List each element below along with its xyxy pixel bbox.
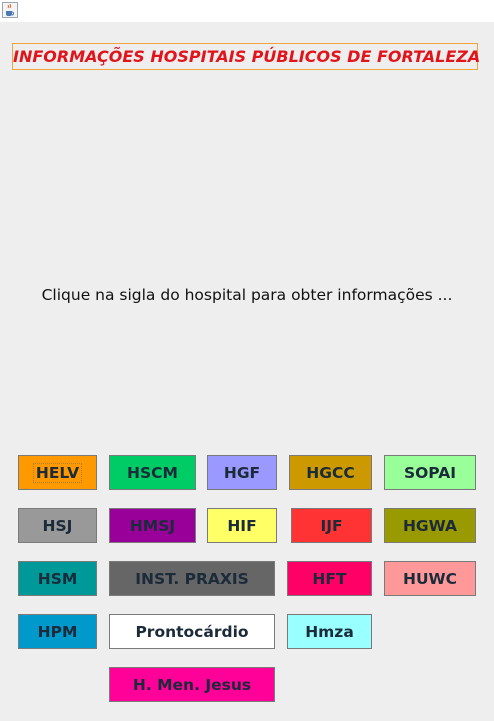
hospital-button-label: HPM xyxy=(37,622,78,641)
hospital-button-h-men-jesus[interactable]: H. Men. Jesus xyxy=(109,667,275,702)
hospital-button-label: SOPAI xyxy=(403,463,457,482)
hospital-button-hmza[interactable]: Hmza xyxy=(287,614,372,649)
hospital-button-label: INST. PRAXIS xyxy=(135,569,249,588)
hospital-button-label: HGCC xyxy=(306,463,355,482)
hospital-button-hft[interactable]: HFT xyxy=(287,561,372,596)
java-cup-icon xyxy=(2,2,18,18)
hospital-button-hmsj[interactable]: HMSJ xyxy=(109,508,196,543)
hospital-button-label: HMSJ xyxy=(129,516,176,535)
hospital-button-ijf[interactable]: IJF xyxy=(291,508,372,543)
hospital-button-huwc[interactable]: HUWC xyxy=(384,561,476,596)
hospital-button-inst-praxis[interactable]: INST. PRAXIS xyxy=(109,561,275,596)
hospital-button-hsj[interactable]: HSJ xyxy=(18,508,97,543)
hospital-button-label: HSCM xyxy=(127,463,178,482)
hospital-button-hif[interactable]: HIF xyxy=(207,508,277,543)
hospital-button-helv[interactable]: HELV xyxy=(18,455,97,490)
hospital-button-hscm[interactable]: HSCM xyxy=(109,455,196,490)
hospital-button-label: HIF xyxy=(227,516,257,535)
hospital-button-hgcc[interactable]: HGCC xyxy=(289,455,372,490)
hospital-button-label: Hmza xyxy=(305,622,354,641)
hospital-button-label: HUWC xyxy=(402,569,458,588)
hospital-button-label: HELV xyxy=(32,462,83,483)
hospital-button-prontocardio[interactable]: Prontocárdio xyxy=(109,614,275,649)
hospital-button-label: Prontocárdio xyxy=(135,622,249,641)
hospital-button-hpm[interactable]: HPM xyxy=(18,614,97,649)
hospital-button-label: H. Men. Jesus xyxy=(132,675,252,694)
hospital-button-label: HSJ xyxy=(42,516,73,535)
hospital-button-hgf[interactable]: HGF xyxy=(207,455,277,490)
hospital-button-label: HFT xyxy=(312,569,347,588)
page-title: INFORMAÇÕES HOSPITAIS PÚBLICOS DE FORTAL… xyxy=(12,43,480,70)
hospital-button-sopai[interactable]: SOPAI xyxy=(384,455,476,490)
hospital-button-hsm[interactable]: HSM xyxy=(18,561,97,596)
hospital-button-label: HGWA xyxy=(402,516,458,535)
hospital-button-hgwa[interactable]: HGWA xyxy=(384,508,476,543)
window-titlebar xyxy=(0,0,494,22)
instruction-label: Clique na sigla do hospital para obter i… xyxy=(41,286,453,304)
hospital-button-label: HGF xyxy=(223,463,261,482)
hospital-button-label: IJF xyxy=(320,516,343,535)
hospital-button-label: HSM xyxy=(37,569,78,588)
